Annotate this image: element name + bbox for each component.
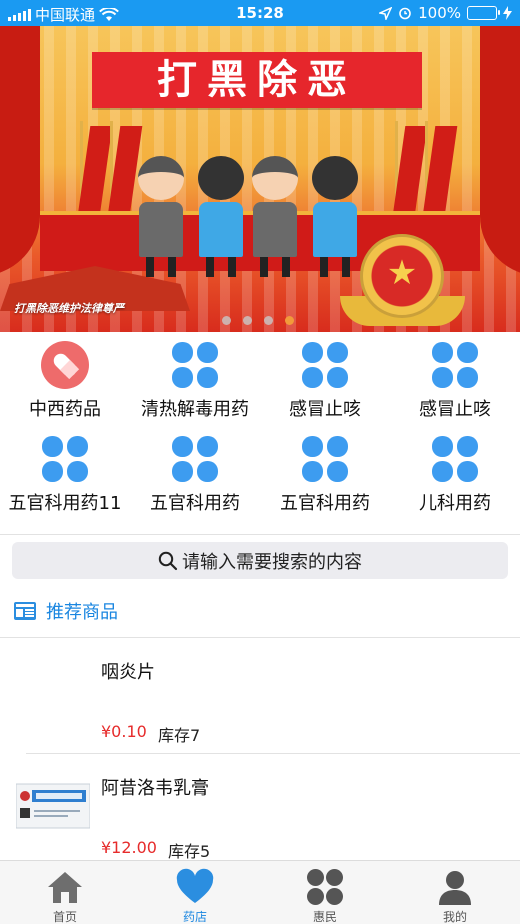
recommend-title: 推荐商品 (46, 602, 118, 623)
category-grid: 中西药品 清热解毒用药 感冒止咳 感冒止咳 五官科用药11 五官科用药 五官科用… (0, 338, 520, 534)
product-name: 阿昔洛韦乳膏 (101, 778, 209, 799)
tab-home[interactable]: 首页 (0, 861, 130, 924)
clover-icon (432, 342, 478, 388)
search-icon (158, 551, 178, 570)
category-label: 感冒止咳 (419, 399, 491, 420)
category-label: 中西药品 (29, 399, 101, 420)
battery-percent: 100% (418, 4, 461, 22)
status-bar: 中国联通 15:28 100% (0, 0, 520, 26)
tab-label: 我的 (442, 910, 467, 924)
heart-icon (176, 868, 214, 903)
search-input[interactable]: 请输入需要搜索的内容 (12, 542, 508, 579)
clover-icon (302, 342, 348, 388)
alarm-icon (399, 7, 411, 20)
officer-figure (244, 156, 306, 277)
tab-bar: 首页 药店 惠民 我的 (0, 860, 520, 924)
clover-icon (302, 436, 348, 482)
tab-mine[interactable]: 我的 (390, 861, 520, 924)
banner-caption: 打黑除恶维护法律尊严 (14, 302, 124, 315)
carousel-dot[interactable] (222, 316, 231, 325)
divider (0, 534, 520, 535)
clover-icon (172, 342, 218, 388)
product-price: ¥12.00 (101, 838, 157, 857)
pill-icon (41, 341, 89, 389)
user-icon (439, 871, 471, 905)
carousel-indicator (222, 316, 294, 325)
clover-icon (42, 436, 88, 482)
category-item[interactable]: 感冒止咳 (390, 338, 520, 430)
product-image (16, 783, 90, 829)
category-label: 五官科用药 (280, 493, 370, 514)
police-emblem (360, 234, 444, 318)
product-stock: 库存5 (168, 842, 211, 861)
category-item[interactable]: 清热解毒用药 (130, 338, 260, 430)
banner-title: 打黑除恶 (92, 52, 422, 108)
banner-carousel[interactable]: 打黑除恶 打黑除恶维护法律尊严 (0, 26, 520, 332)
officer-figure (130, 156, 192, 277)
product-stock: 库存7 (158, 726, 201, 745)
carousel-dot[interactable] (264, 316, 273, 325)
tab-label: 药店 (182, 910, 207, 924)
tab-pharmacy[interactable]: 药店 (130, 861, 260, 924)
category-item[interactable]: 儿科用药 (390, 432, 520, 524)
status-right: 100% (379, 4, 512, 22)
home-icon (48, 872, 82, 903)
charging-icon (503, 6, 512, 20)
category-label: 五官科用药 (150, 493, 240, 514)
clover-icon (307, 869, 343, 905)
tab-label: 首页 (52, 910, 77, 924)
category-item[interactable]: 五官科用药11 (0, 432, 130, 524)
category-item[interactable]: 五官科用药 (260, 432, 390, 524)
category-label: 五官科用药11 (8, 493, 122, 514)
suspect-figure (190, 156, 252, 277)
clover-icon (172, 436, 218, 482)
category-label: 儿科用药 (419, 493, 491, 514)
location-icon (379, 6, 393, 20)
tab-label: 惠民 (312, 910, 337, 924)
product-item[interactable]: 阿昔洛韦乳膏 ¥12.00 库存5 (0, 754, 520, 870)
search-placeholder: 请输入需要搜索的内容 (182, 551, 362, 573)
curtain-left (0, 26, 40, 276)
curtain-right (480, 26, 520, 276)
category-item[interactable]: 中西药品 (0, 338, 130, 430)
product-item[interactable]: 咽炎片 ¥0.10 库存7 (0, 638, 520, 754)
category-label: 感冒止咳 (289, 399, 361, 420)
category-item[interactable]: 五官科用药 (130, 432, 260, 524)
news-icon (14, 602, 36, 620)
tab-benefit[interactable]: 惠民 (260, 861, 390, 924)
carousel-dot[interactable] (243, 316, 252, 325)
category-label: 清热解毒用药 (141, 399, 249, 420)
carousel-dot-active[interactable] (285, 316, 294, 325)
clover-icon (432, 436, 478, 482)
category-item[interactable]: 感冒止咳 (260, 338, 390, 430)
product-name: 咽炎片 (101, 662, 155, 683)
product-price: ¥0.10 (101, 722, 147, 741)
suspect-figure (304, 156, 366, 277)
battery-icon (467, 6, 500, 20)
recommend-header: 推荐商品 (14, 598, 118, 624)
